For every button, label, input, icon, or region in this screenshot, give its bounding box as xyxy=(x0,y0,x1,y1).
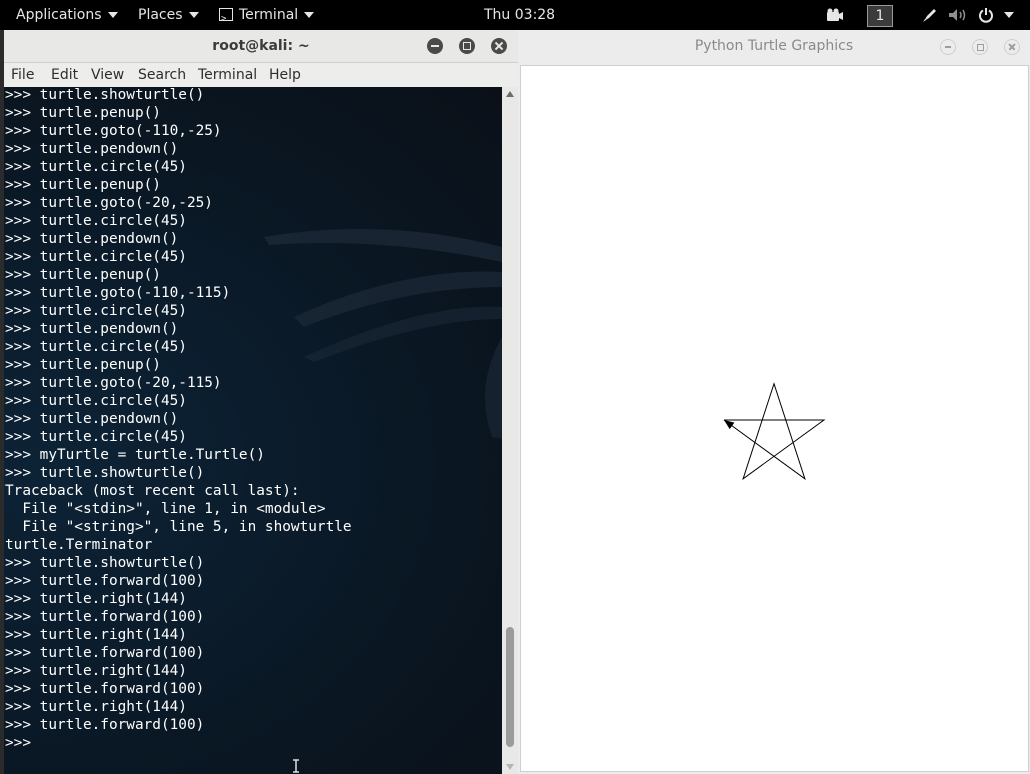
applications-menu[interactable]: Applications xyxy=(16,0,118,30)
menu-help[interactable]: Help xyxy=(269,63,301,87)
minimize-button[interactable] xyxy=(427,38,443,54)
scroll-down-icon[interactable] xyxy=(506,764,514,770)
menu-edit[interactable]: Edit xyxy=(51,63,78,87)
scrollbar-thumb[interactable] xyxy=(506,627,514,747)
terminal-app-label: Terminal xyxy=(239,7,299,23)
terminal-scrollbar[interactable] xyxy=(502,87,518,774)
terminal-window: root@kali: ~ File Edit View Search Termi… xyxy=(4,30,518,774)
minimize-button[interactable] xyxy=(940,39,956,55)
text-cursor-icon xyxy=(293,759,299,773)
scroll-up-icon[interactable] xyxy=(506,91,514,97)
power-icon[interactable] xyxy=(978,7,994,23)
clock-label: Thu 03:28 xyxy=(484,7,556,23)
pen-icon[interactable] xyxy=(922,7,938,23)
places-menu[interactable]: Places xyxy=(138,0,199,30)
close-button[interactable] xyxy=(491,38,507,54)
chevron-down-icon xyxy=(188,12,199,18)
terminal-icon xyxy=(219,4,233,34)
star-path xyxy=(723,382,826,481)
top-panel: Applications Places Terminal Thu 03:28 1 xyxy=(0,0,1030,34)
maximize-button[interactable] xyxy=(459,38,475,54)
applications-label: Applications xyxy=(16,7,102,23)
workspace-indicator[interactable]: 1 xyxy=(867,5,893,27)
close-button[interactable] xyxy=(1004,39,1020,55)
chevron-down-icon[interactable] xyxy=(1004,12,1014,18)
menu-search[interactable]: Search xyxy=(138,63,186,87)
menu-view[interactable]: View xyxy=(91,63,124,87)
turtle-cursor-icon xyxy=(724,420,735,430)
turtle-drawing xyxy=(723,382,826,481)
places-label: Places xyxy=(138,7,183,23)
clock[interactable]: Thu 03:28 xyxy=(484,0,555,30)
chevron-down-icon xyxy=(304,12,315,18)
terminal-titlebar[interactable]: root@kali: ~ xyxy=(4,30,518,63)
volume-icon[interactable] xyxy=(948,8,968,22)
turtle-titlebar[interactable]: Python Turtle Graphics xyxy=(518,30,1030,62)
chevron-down-icon xyxy=(107,12,118,18)
terminal-output[interactable]: >>> turtle.showturtle() >>> turtle.penup… xyxy=(4,87,502,774)
menu-terminal[interactable]: Terminal xyxy=(198,63,257,87)
camera-icon[interactable] xyxy=(826,8,844,22)
menu-file[interactable]: File xyxy=(11,63,34,87)
turtle-graphics-window: Python Turtle Graphics xyxy=(518,30,1030,774)
maximize-button[interactable] xyxy=(972,39,988,55)
terminal-text: >>> turtle.showturtle() >>> turtle.penup… xyxy=(5,87,352,751)
turtle-canvas[interactable] xyxy=(520,65,1029,772)
terminal-menubar: File Edit View Search Terminal Help xyxy=(4,63,518,87)
terminal-app-menu[interactable]: Terminal xyxy=(219,0,315,34)
